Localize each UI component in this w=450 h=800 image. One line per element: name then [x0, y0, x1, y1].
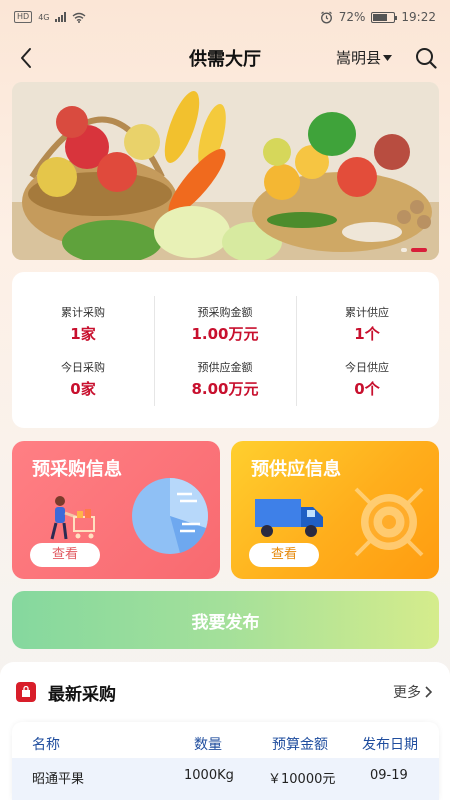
cell-quantity: 1000Kg — [184, 768, 234, 783]
column-header-name: 名称 — [32, 737, 60, 753]
stat-label: 预供应金额 — [197, 361, 253, 374]
purchase-table: 名称 数量 预算金额 发布日期 昭通平果 1000Kg ￥10000元 09-1… — [12, 722, 439, 800]
stat-cumulative-purchase: 累计采购 1家 — [12, 304, 154, 344]
back-button[interactable] — [12, 44, 40, 72]
battery-icon — [371, 11, 398, 23]
divider — [154, 296, 155, 406]
region-label: 嵩明县 — [335, 49, 381, 67]
stat-pre-supply-amount: 预供应金额 8.00万元 — [154, 359, 296, 399]
stat-pre-purchase-amount: 预采购金额 1.00万元 — [154, 304, 296, 344]
card-title: 预采购信息 — [32, 459, 122, 480]
cell-date: 09-19 — [370, 768, 408, 783]
stat-value: 0家 — [70, 380, 96, 398]
stat-label: 累计采购 — [61, 306, 105, 319]
cell-name: 昭通平果 — [32, 772, 85, 787]
status-bar: HD 4G 72% 19:22 — [0, 0, 450, 34]
nav-bar: 供需大厅 嵩明县 — [0, 38, 450, 78]
view-pre-purchase-button[interactable]: 查看 — [30, 543, 100, 567]
column-header-quantity: 数量 — [194, 737, 222, 753]
status-right: 72% 19:22 — [320, 10, 436, 24]
network-type: 4G — [38, 12, 50, 22]
region-selector[interactable]: 嵩明县 — [336, 47, 392, 68]
truck-icon — [255, 499, 323, 537]
chevron-left-icon — [21, 48, 31, 68]
battery-percent: 72% — [338, 10, 366, 24]
carousel-indicator — [401, 248, 427, 252]
stat-label: 累计供应 — [345, 306, 389, 319]
pre-supply-card[interactable]: 预供应信息 查看 — [231, 441, 439, 579]
shopping-bag-icon — [16, 682, 36, 702]
caret-down-icon — [383, 54, 392, 61]
search-icon — [416, 48, 437, 69]
stat-value: 1家 — [70, 325, 96, 343]
wifi-icon — [73, 12, 86, 23]
stats-card: 累计采购 1家 预采购金额 1.00万元 累计供应 1个 今日采购 0家 预供应… — [12, 272, 439, 428]
clock: 19:22 — [401, 10, 436, 24]
column-header-budget: 预算金额 — [272, 737, 328, 753]
chevron-right-icon — [425, 686, 432, 698]
status-left: HD 4G — [14, 11, 86, 23]
section-header: 最新采购 更多 — [0, 662, 450, 720]
card-title: 预供应信息 — [251, 459, 341, 480]
stat-label: 今日采购 — [61, 361, 105, 374]
section-title: 最新采购 — [48, 685, 116, 705]
stat-label: 预采购金额 — [197, 306, 253, 319]
carousel-dot-active[interactable] — [411, 248, 427, 252]
latest-purchases-section: 最新采购 更多 名称 数量 预算金额 发布日期 昭通平果 1000Kg ￥100… — [0, 662, 450, 800]
banner-carousel[interactable] — [12, 82, 439, 260]
publish-button[interactable]: 我要发布 — [12, 591, 439, 649]
stat-today-purchase: 今日采购 0家 — [12, 359, 154, 399]
stat-label: 今日供应 — [345, 361, 389, 374]
cell-budget: ￥10000元 — [268, 772, 336, 787]
more-link[interactable]: 更多 — [393, 682, 432, 702]
hd-badge: HD — [14, 11, 33, 23]
more-label: 更多 — [393, 685, 421, 701]
view-pre-supply-button[interactable]: 查看 — [249, 543, 319, 567]
stat-value: 0个 — [354, 380, 380, 398]
stat-value: 1.00万元 — [191, 325, 259, 343]
target-arrows-icon — [354, 487, 424, 557]
page-title: 供需大厅 — [189, 49, 261, 70]
stat-cumulative-supply: 累计供应 1个 — [296, 304, 438, 344]
stat-value: 8.00万元 — [191, 380, 259, 398]
pie-chart-icon — [132, 478, 208, 554]
pre-purchase-card[interactable]: 预采购信息 查看 — [12, 441, 220, 579]
signal-icon — [55, 12, 67, 22]
stat-today-supply: 今日供应 0个 — [296, 359, 438, 399]
search-button[interactable] — [412, 44, 440, 72]
column-header-date: 发布日期 — [362, 737, 418, 753]
stat-value: 1个 — [354, 325, 380, 343]
alarm-icon — [320, 11, 332, 23]
shopper-illustration — [50, 496, 95, 540]
banner-image — [12, 82, 439, 260]
divider — [296, 296, 297, 406]
carousel-dot[interactable] — [401, 248, 407, 252]
